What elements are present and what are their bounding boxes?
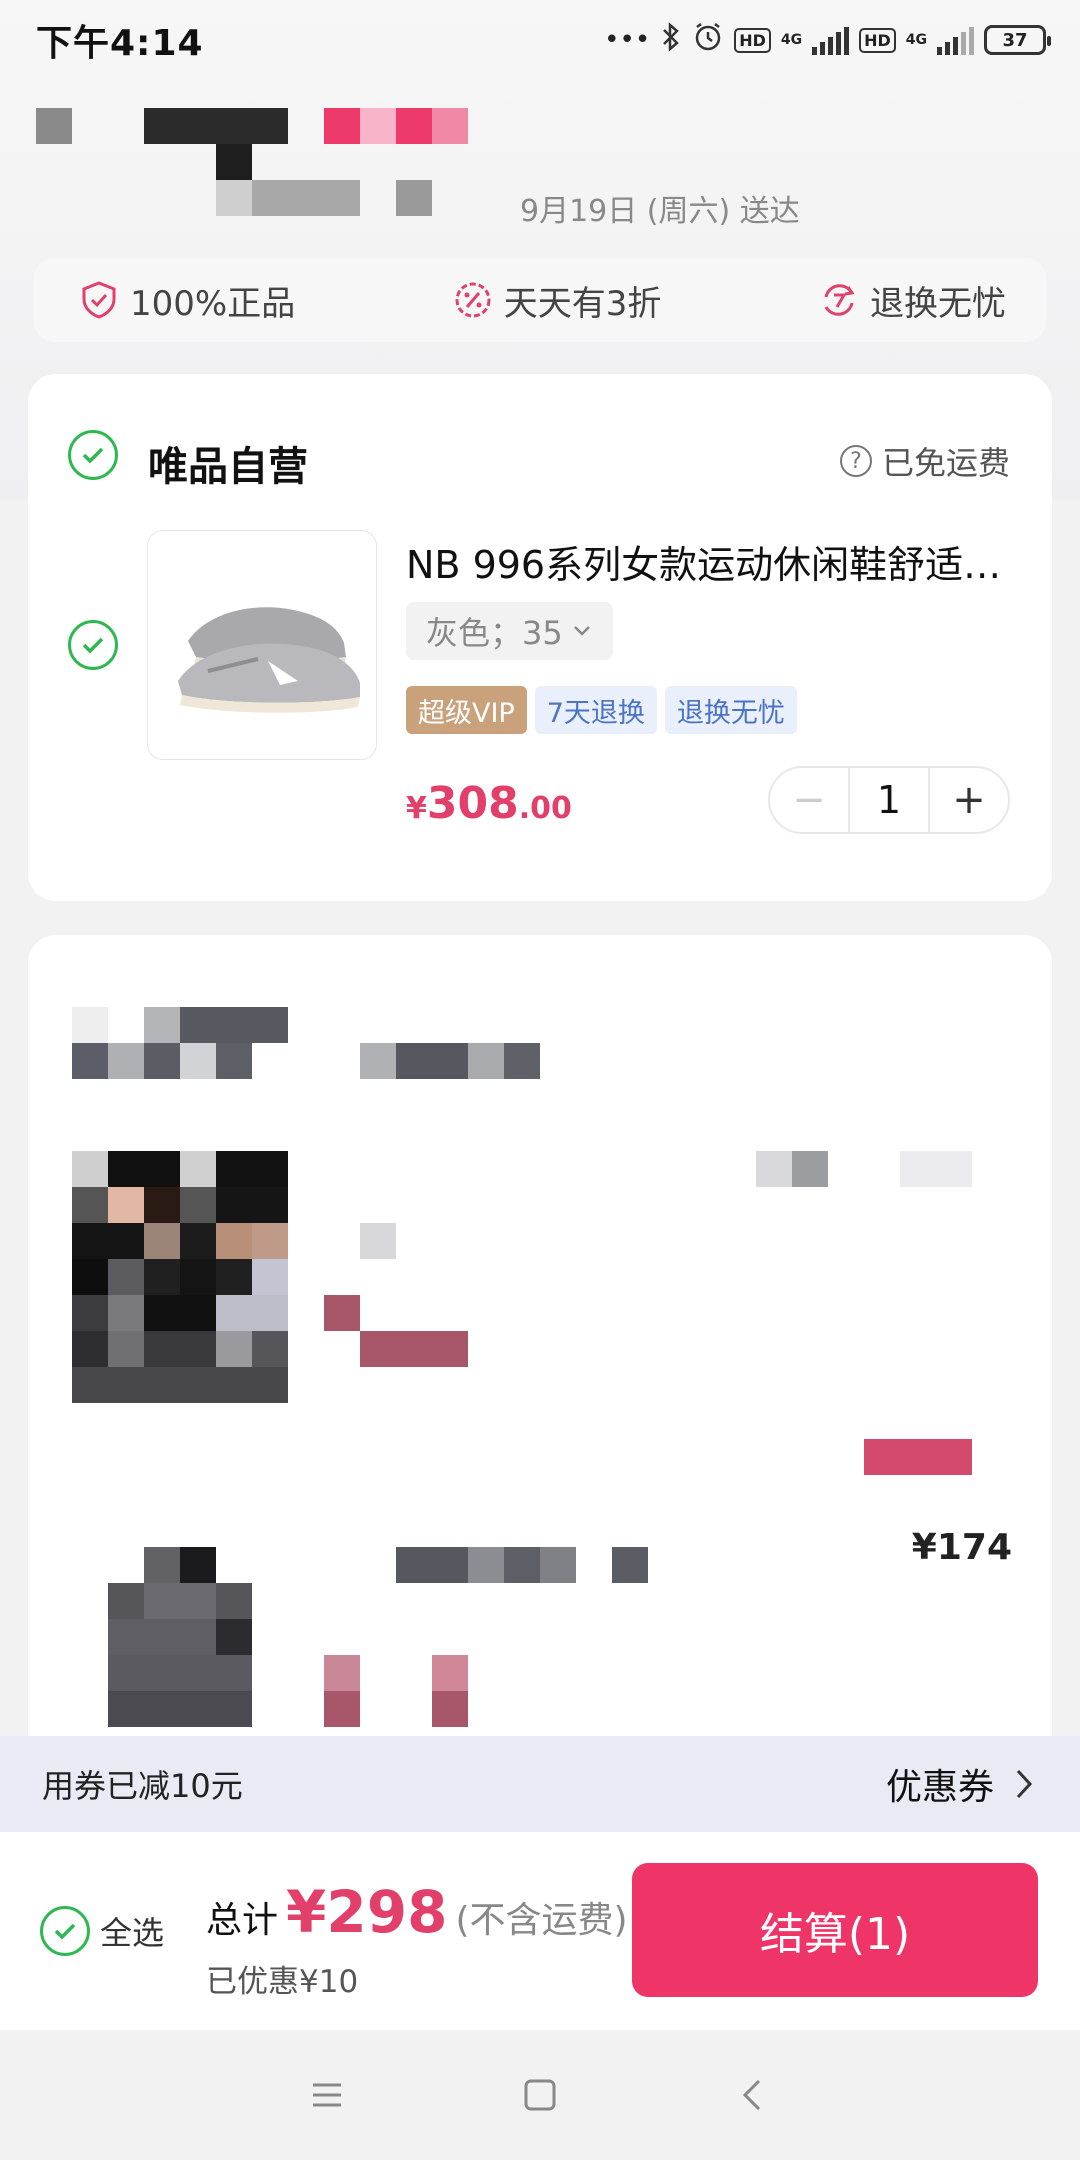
guarantee-discount: 天天有3折 [452, 276, 662, 325]
guarantee-return: 退换无忧 [818, 276, 1006, 325]
total-line: 总计 ¥298 (不含运费) [206, 1878, 628, 1946]
check-icon [54, 1923, 76, 1940]
second-item-price: ¥174 [911, 1527, 1012, 1568]
bluetooth-icon [660, 21, 682, 59]
help-icon: ? [839, 445, 872, 477]
product-price: ¥308.00 [406, 778, 572, 829]
decrease-button[interactable]: − [770, 768, 848, 832]
checkout-button[interactable]: 结算(1) [632, 1863, 1038, 1997]
discount-icon [455, 282, 491, 318]
signal-icon-2 [937, 25, 974, 55]
price-symbol: ¥ [406, 791, 427, 826]
alarm-icon [692, 21, 724, 60]
menu-icon[interactable] [307, 2075, 347, 2115]
total-label: 总计 [206, 1900, 279, 1941]
sneaker-image [178, 607, 360, 713]
check-icon [82, 637, 104, 654]
total-note: (不含运费) [455, 1900, 628, 1941]
coupon-discount-text: 用券已减10元 [42, 1767, 243, 1805]
battery-icon: 37 [984, 25, 1051, 55]
product-title[interactable]: NB 996系列女款运动休闲鞋舒适… [406, 534, 1016, 589]
coupon-bar[interactable]: 用券已减10元 优惠券 [0, 1736, 1080, 1832]
select-all-checkbox[interactable] [40, 1906, 90, 1956]
guarantee-label: 天天有3折 [503, 283, 662, 324]
shipping-label: 已免运费 [881, 444, 1010, 482]
select-all-toggle[interactable]: 全选 [40, 1906, 164, 1956]
guarantee-label: 退换无忧 [870, 283, 1006, 324]
network-label: 4G [780, 32, 803, 48]
quantity-value[interactable]: 1 [848, 768, 930, 832]
sku-value: 灰色；35 [426, 614, 563, 652]
back-icon[interactable] [733, 2075, 773, 2115]
quantity-stepper: − 1 + [768, 766, 1010, 834]
status-time: 下午4:14 [36, 23, 204, 64]
coupon-link[interactable]: 优惠券 [886, 1758, 1036, 1810]
shop-name[interactable]: 唯品自营 [148, 434, 308, 492]
home-icon[interactable] [520, 2075, 560, 2115]
tag-vip: 超级VIP [406, 686, 527, 734]
product-select-checkbox[interactable] [68, 620, 118, 670]
more-icon: ••• [604, 25, 651, 55]
price-decimal: .00 [518, 791, 572, 826]
shop-card: 唯品自营 ? 已免运费 NB 996系列女款运动休闲鞋舒适… 灰色；35 超级V… [28, 374, 1052, 901]
system-nav-bar [0, 2030, 1080, 2160]
chevron-right-icon [1016, 1769, 1033, 1799]
price-integer: 308 [426, 778, 519, 829]
increase-button[interactable]: + [930, 768, 1008, 832]
second-card: ¥174 [28, 935, 1052, 1736]
shipping-info[interactable]: ? 已免运费 [839, 438, 1010, 484]
network-label-2: 4G [905, 32, 927, 48]
check-icon [82, 447, 104, 464]
delivery-date: 9月19日 (周六) 送达 [520, 194, 800, 229]
shield-icon [82, 281, 116, 319]
product-tags: 超级VIP 7天退换 退换无忧 [406, 686, 797, 734]
checkout-bar: 全选 总计 ¥298 (不含运费) 已优惠¥10 结算(1) [0, 1832, 1080, 2030]
tag-worry-free: 退换无忧 [664, 686, 797, 734]
total-value: ¥298 [286, 1878, 448, 1946]
status-bar: 下午4:14 ••• HD 4G HD 4G 37 [0, 0, 1080, 80]
guarantee-bar: 100%正品 天天有3折 退换无忧 [34, 258, 1046, 342]
guarantee-authentic: 100%正品 [78, 276, 295, 325]
hd-icon: HD [734, 27, 771, 53]
return-icon [824, 284, 855, 316]
tag-7day-return: 7天退换 [534, 686, 657, 734]
guarantee-label: 100%正品 [130, 283, 296, 324]
sku-selector[interactable]: 灰色；35 [406, 602, 613, 660]
status-icons: ••• HD 4G HD 4G 37 [604, 21, 1051, 60]
hd-icon-2: HD [859, 27, 896, 53]
coupon-label: 优惠券 [885, 1767, 994, 1808]
signal-icon [812, 25, 850, 55]
shop-select-checkbox[interactable] [68, 430, 118, 480]
product-image[interactable] [147, 530, 377, 760]
select-all-label: 全选 [100, 1914, 165, 1952]
chevron-down-icon [573, 626, 590, 636]
saved-amount: 已优惠¥10 [206, 1964, 359, 2000]
